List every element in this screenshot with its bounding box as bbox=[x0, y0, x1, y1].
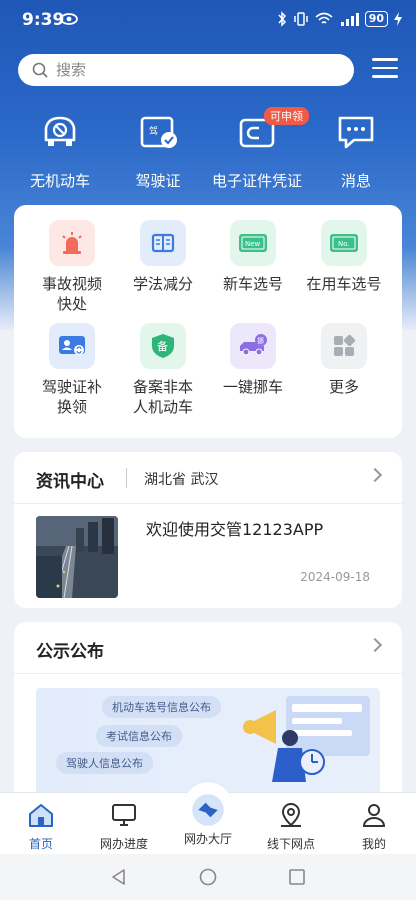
system-nav-bar bbox=[0, 854, 416, 900]
news-date: 2024-09-18 bbox=[300, 570, 370, 584]
service-study-deduct[interactable]: 学法减分 bbox=[118, 220, 208, 294]
eye-icon bbox=[60, 13, 78, 25]
search-icon bbox=[32, 62, 48, 78]
svg-text:备: 备 bbox=[157, 339, 168, 353]
notice-banner[interactable]: 机动车选号信息公布 考试信息公布 驾驶人信息公布 bbox=[36, 688, 380, 792]
id-card-icon bbox=[49, 323, 95, 369]
notice-section-title: 公示公布 bbox=[36, 642, 104, 662]
shield-icon: 备 bbox=[140, 323, 186, 369]
quick-label: 驾驶证 bbox=[135, 172, 181, 190]
search-bar[interactable] bbox=[18, 54, 354, 86]
nav-offline-points[interactable]: 线下网点 bbox=[251, 801, 331, 852]
battery-level: 90 bbox=[364, 11, 388, 27]
alarm-icon bbox=[49, 220, 95, 266]
handshake-icon bbox=[192, 794, 224, 826]
notice-pill: 驾驶人信息公布 bbox=[56, 752, 153, 774]
car-icon bbox=[44, 116, 76, 146]
svg-text:挪: 挪 bbox=[257, 336, 264, 345]
quick-label: 无机动车 bbox=[29, 172, 90, 190]
chevron-right-icon[interactable] bbox=[367, 637, 383, 653]
svg-text:驾: 驾 bbox=[149, 126, 158, 137]
svg-text:No.: No. bbox=[338, 240, 350, 248]
plate-no-icon: No. bbox=[321, 220, 367, 266]
service-accident-video[interactable]: 事故视频 快处 bbox=[27, 220, 117, 314]
nav-home[interactable]: 首页 bbox=[1, 801, 81, 852]
menu-icon[interactable] bbox=[372, 58, 398, 80]
move-car-icon: 挪 bbox=[230, 323, 276, 369]
divider bbox=[126, 468, 127, 488]
message-icon bbox=[338, 116, 374, 149]
user-icon bbox=[362, 804, 386, 827]
license-icon: 驾 bbox=[140, 116, 177, 148]
service-license-renew[interactable]: 驾驶证补 换领 bbox=[27, 323, 117, 417]
location-icon bbox=[281, 802, 301, 827]
home-icon bbox=[29, 804, 53, 827]
news-card: 资讯中心 湖北省 武汉 欢迎使用交管12123APP 2024-09-18 bbox=[14, 452, 402, 608]
bottom-nav: 首页 网办进度 网办大厅 线下网点 我的 bbox=[0, 781, 416, 854]
vibrate-icon bbox=[293, 12, 308, 26]
chevron-right-icon[interactable] bbox=[367, 467, 383, 483]
news-header[interactable]: 资讯中心 湖北省 武汉 bbox=[14, 452, 402, 504]
wifi-icon bbox=[315, 12, 333, 24]
service-in-use-plate[interactable]: No. 在用车选号 bbox=[298, 220, 390, 294]
monitor-icon bbox=[112, 804, 136, 826]
quick-label: 电子证件凭证 bbox=[211, 172, 302, 190]
quick-e-certificate[interactable]: 可申领 电子证件凭证 bbox=[206, 107, 309, 191]
quick-label: 消息 bbox=[340, 172, 371, 190]
more-grid-icon bbox=[321, 323, 367, 369]
charging-icon bbox=[394, 12, 402, 26]
service-more[interactable]: 更多 bbox=[298, 323, 390, 397]
new-plate-icon: New bbox=[230, 220, 276, 266]
apply-badge: 可申领 bbox=[264, 107, 309, 125]
back-icon[interactable] bbox=[110, 868, 128, 886]
quick-messages[interactable]: 消息 bbox=[304, 110, 408, 191]
news-headline[interactable]: 欢迎使用交管12123APP bbox=[146, 516, 323, 540]
notice-card: 公示公布 机动车选号信息公布 考试信息公布 驾驶人信息公布 bbox=[14, 622, 402, 792]
notice-pill: 机动车选号信息公布 bbox=[102, 696, 221, 718]
home-circle-icon[interactable] bbox=[199, 868, 217, 886]
notice-header[interactable]: 公示公布 bbox=[14, 622, 402, 674]
nav-online-hall[interactable]: 网办大厅 bbox=[168, 794, 248, 847]
news-section-title: 资讯中心 bbox=[36, 472, 104, 492]
svg-text:New: New bbox=[245, 240, 261, 248]
megaphone-illustration bbox=[243, 696, 370, 782]
nav-profile[interactable]: 我的 bbox=[334, 801, 414, 852]
news-location[interactable]: 湖北省 武汉 bbox=[144, 469, 218, 489]
status-indicators: 90 bbox=[277, 11, 402, 27]
quick-no-vehicle[interactable]: 无机动车 bbox=[8, 110, 112, 191]
status-time: 9:39 bbox=[22, 10, 65, 30]
notice-pill: 考试信息公布 bbox=[96, 725, 182, 747]
status-bar: 9:39 90 bbox=[0, 0, 416, 40]
bluetooth-icon bbox=[278, 11, 286, 27]
signal-icon bbox=[340, 13, 359, 26]
book-icon bbox=[140, 220, 186, 266]
nav-progress[interactable]: 网办进度 bbox=[84, 801, 164, 852]
service-register-non-owner[interactable]: 备 备案非本 人机动车 bbox=[118, 323, 208, 417]
recents-icon[interactable] bbox=[288, 868, 306, 886]
service-new-plate[interactable]: New 新车选号 bbox=[208, 220, 298, 294]
news-thumbnail[interactable] bbox=[36, 516, 118, 598]
services-card: 事故视频 快处 学法减分 New 新车选号 No. 在用车选号 驾驶证补 换领 … bbox=[14, 205, 402, 438]
service-move-car[interactable]: 挪 一键挪车 bbox=[208, 323, 298, 397]
quick-driving-license[interactable]: 驾 驾驶证 bbox=[106, 110, 210, 191]
search-input[interactable] bbox=[56, 61, 316, 79]
